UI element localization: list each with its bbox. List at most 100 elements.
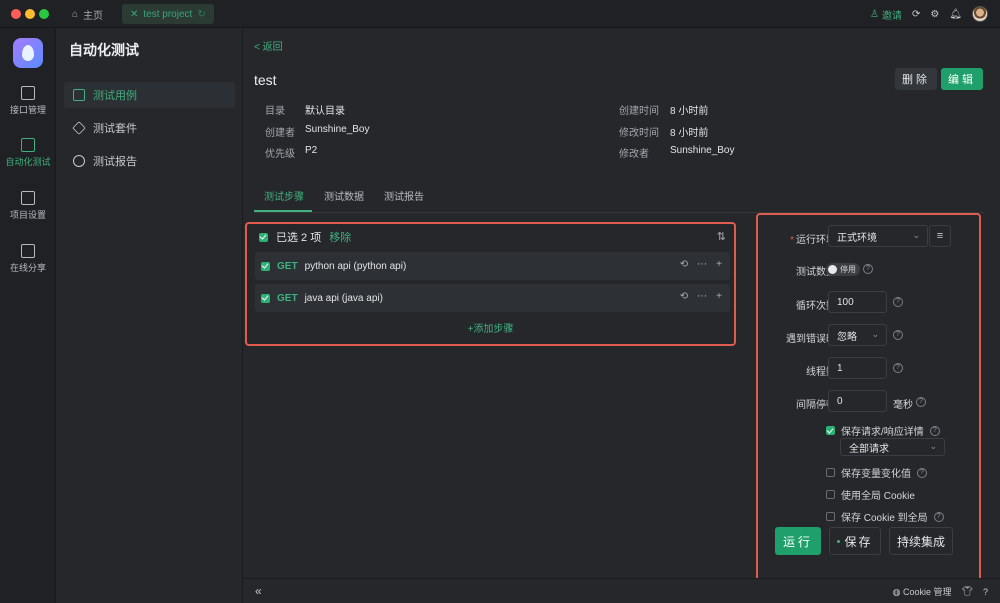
document-icon xyxy=(73,89,85,101)
app-rail: 接口管理 自动化测试 项目设置 在线分享 xyxy=(0,28,56,603)
user-add-icon: ♙ xyxy=(869,8,879,20)
on-error-select[interactable]: 忽略 ⌄ xyxy=(828,324,887,346)
add-step-button[interactable]: +添加步骤 xyxy=(247,320,734,335)
help-icon[interactable]: ? xyxy=(917,467,927,478)
threads-input[interactable]: 1 xyxy=(828,357,887,379)
bottom-bar: « ◍ Cookie 管理 👕︎ ? xyxy=(243,578,1000,603)
plus-icon[interactable]: + xyxy=(716,291,722,302)
save-cookie-option[interactable]: 保存 Cookie 到全局 ? xyxy=(826,509,944,524)
bell-icon[interactable]: 🔔︎ xyxy=(949,9,962,20)
automation-icon xyxy=(21,138,35,152)
titlebar-actions: ♙ 邀请 ⟳ ⚙ 🔔︎ xyxy=(870,4,988,24)
help-icon[interactable]: ? xyxy=(933,511,944,522)
save-cookie-checkbox[interactable] xyxy=(826,512,835,521)
help-icon[interactable]: ? xyxy=(893,297,903,307)
chevron-down-icon: ⌄ xyxy=(871,329,879,339)
run-button[interactable]: 运行 xyxy=(775,527,821,555)
chevron-down-icon: ⌄ xyxy=(912,230,920,240)
env-manage-button[interactable]: ≡ xyxy=(929,225,951,247)
rail-item-share[interactable]: 在线分享 xyxy=(0,244,56,274)
step-row[interactable]: GET python api (python api) ⟲ ⋯ + xyxy=(255,252,730,280)
save-variable-option[interactable]: 保存变量变化值 ? xyxy=(826,465,927,480)
minimize-window-button[interactable] xyxy=(25,9,35,19)
main-content: < 返回 test 删除 编辑 目录 默认目录 创建者 Sunshine_Boy 优… xyxy=(243,28,1000,603)
invite-button[interactable]: ♙ 邀请 xyxy=(870,7,902,22)
on-error-label: 遇到错误时 xyxy=(786,334,836,345)
refresh-icon[interactable]: ⟲ xyxy=(680,291,688,302)
close-icon[interactable]: ✕ xyxy=(130,9,138,20)
help-icon[interactable]: ? xyxy=(916,397,926,407)
pie-chart-icon xyxy=(73,155,85,167)
tab-test-data[interactable]: 测试数据 xyxy=(324,188,364,212)
cookie-manager-button[interactable]: ◍ Cookie 管理 xyxy=(893,585,952,598)
unsaved-dot xyxy=(837,539,841,543)
threads-label: 线程数 xyxy=(806,367,836,378)
avatar[interactable] xyxy=(972,6,988,22)
detail-tabs: 测试步骤 测试数据 测试报告 xyxy=(254,188,984,212)
interval-input[interactable]: 0 xyxy=(828,390,887,412)
rail-item-settings[interactable]: 项目设置 xyxy=(0,191,56,221)
help-icon[interactable]: ? xyxy=(893,330,903,340)
tab-home[interactable]: ⌂ 主页 xyxy=(72,5,103,23)
env-select[interactable]: 正式环境 ⌄ xyxy=(828,225,928,247)
more-icon[interactable]: ⋯ xyxy=(697,259,707,270)
interval-unit: 毫秒 xyxy=(893,400,913,411)
select-all-checkbox[interactable] xyxy=(259,232,268,242)
delete-button[interactable]: 删除 xyxy=(895,68,937,90)
rail-item-automation[interactable]: 自动化测试 xyxy=(0,138,56,168)
collapse-sidebar-icon[interactable]: « xyxy=(255,584,262,598)
title-bar: ⌂ 主页 ✕ test project ↻ ♙ 邀请 ⟳ ⚙ 🔔︎ xyxy=(0,0,1000,28)
page-title: test xyxy=(254,72,277,88)
maximize-window-button[interactable] xyxy=(39,9,49,19)
menu-icon: ≡ xyxy=(936,230,944,242)
env-label: * 运行环境 xyxy=(790,235,836,246)
cookie-icon: ◍ xyxy=(892,587,904,597)
step-checkbox[interactable] xyxy=(261,293,270,303)
save-detail-option[interactable]: 保存请求/响应详情 ? xyxy=(826,423,940,438)
save-button[interactable]: 保存 xyxy=(829,527,881,555)
global-cookie-checkbox[interactable] xyxy=(826,490,835,499)
rail-item-api[interactable]: 接口管理 xyxy=(0,86,56,116)
plus-icon[interactable]: + xyxy=(716,259,722,270)
remove-selected-button[interactable]: 移除 xyxy=(329,229,351,245)
edit-button[interactable]: 编辑 xyxy=(941,68,983,90)
refresh-icon[interactable]: ⟲ xyxy=(680,259,688,270)
test-data-toggle[interactable]: 停用 xyxy=(826,263,860,276)
loop-count-input[interactable]: 100 xyxy=(828,291,887,313)
more-icon[interactable]: ⋯ xyxy=(697,291,707,302)
api-icon xyxy=(21,86,35,100)
save-detail-select[interactable]: 全部请求 ⌄ xyxy=(840,438,945,456)
global-cookie-option[interactable]: 使用全局 Cookie xyxy=(826,487,915,502)
drop-icon xyxy=(22,45,34,61)
bottom-bar-actions: ◍ Cookie 管理 👕︎ ? xyxy=(893,585,988,598)
refresh-icon[interactable]: ↻ xyxy=(197,9,205,20)
settings-icon xyxy=(21,191,35,205)
sidebar: 自动化测试 测试用例 测试套件 测试报告 xyxy=(56,28,243,603)
chevron-down-icon: ⌄ xyxy=(929,441,937,451)
close-window-button[interactable] xyxy=(11,9,21,19)
sync-icon[interactable]: ⟳ xyxy=(912,9,920,20)
home-icon: ⌂ xyxy=(72,8,79,20)
sidebar-item-test-reports[interactable]: 测试报告 xyxy=(64,148,235,174)
step-row[interactable]: GET java api (java api) ⟲ ⋯ + xyxy=(255,284,730,312)
save-detail-checkbox[interactable] xyxy=(826,426,835,435)
sort-icon[interactable]: ⇅ xyxy=(717,230,726,243)
step-checkbox[interactable] xyxy=(261,261,270,271)
sidebar-item-test-suites[interactable]: 测试套件 xyxy=(64,115,235,141)
help-icon[interactable]: ? xyxy=(863,264,873,274)
sidebar-title: 自动化测试 xyxy=(69,42,139,58)
selection-bar: 已选 2 项 移除 xyxy=(259,229,351,245)
shirt-icon[interactable]: 👕︎ xyxy=(962,586,973,597)
sidebar-item-test-cases[interactable]: 测试用例 xyxy=(64,82,235,108)
tab-test-steps[interactable]: 测试步骤 xyxy=(254,188,312,212)
test-steps-list: 已选 2 项 移除 ⇅ GET python api (python api) … xyxy=(245,222,736,346)
ci-button[interactable]: 持续集成 xyxy=(889,527,953,555)
help-icon[interactable]: ? xyxy=(929,425,940,436)
save-variable-checkbox[interactable] xyxy=(826,468,835,477)
back-link[interactable]: < 返回 xyxy=(254,38,283,53)
help-icon[interactable]: ? xyxy=(893,363,903,373)
tab-test-report[interactable]: 测试报告 xyxy=(384,188,424,212)
help-icon[interactable]: ? xyxy=(983,587,988,597)
tab-test-project[interactable]: ✕ test project ↻ xyxy=(122,4,214,24)
gear-icon[interactable]: ⚙ xyxy=(930,9,939,20)
